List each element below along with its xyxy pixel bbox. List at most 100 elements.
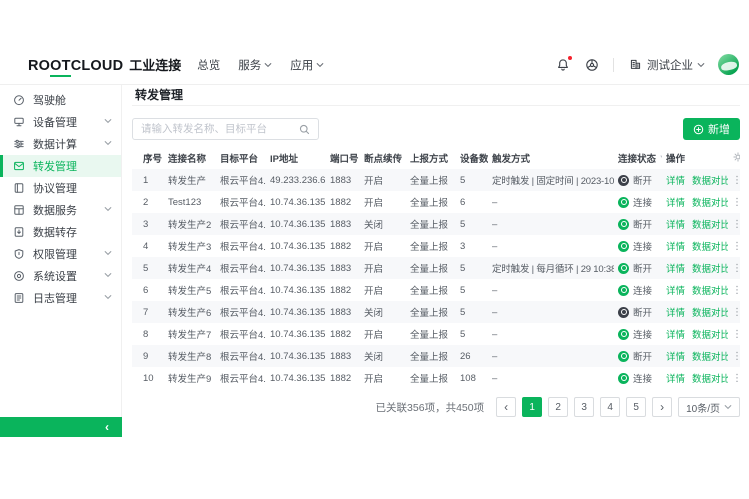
- detail-link[interactable]: 详情: [666, 330, 685, 341]
- sidebar-item-data-dump[interactable]: 数据转存: [0, 221, 121, 243]
- page-button-4[interactable]: 4: [600, 397, 620, 417]
- next-page-button[interactable]: ›: [652, 397, 672, 417]
- status-badge: 断开: [618, 217, 658, 231]
- column-header: 操作: [662, 147, 728, 169]
- search-box: [132, 118, 319, 140]
- column-header: 目标平台: [216, 147, 266, 169]
- dashboard-icon: [13, 94, 25, 106]
- table-body: 1 转发生产 根云平台4.0 49.233.236.65 1883 开启 全量上…: [132, 169, 740, 389]
- add-button[interactable]: 新增: [683, 118, 740, 140]
- compare-link[interactable]: 数据对比: [692, 264, 728, 275]
- more-actions-icon[interactable]: ⋮: [732, 197, 740, 208]
- more-actions-icon[interactable]: ⋮: [732, 241, 740, 252]
- pagination-summary: 已关联356项，共450项: [376, 400, 485, 415]
- more-actions-icon[interactable]: ⋮: [732, 285, 740, 296]
- page-button-3[interactable]: 3: [574, 397, 594, 417]
- status-dot-icon: [618, 263, 629, 274]
- more-actions-icon[interactable]: ⋮: [732, 307, 740, 318]
- search-icon[interactable]: [299, 124, 310, 135]
- more-actions-icon[interactable]: ⋮: [732, 263, 740, 274]
- forward-icon: [13, 160, 25, 172]
- detail-link[interactable]: 详情: [666, 352, 685, 363]
- filter-funnel-icon[interactable]: [405, 154, 406, 163]
- toolbar: 新增: [132, 118, 740, 140]
- table-header-row: 序号连接名称目标平台IP地址端口号断点续传上报方式设备数触发方式连接状态操作: [132, 147, 740, 169]
- detail-link[interactable]: 详情: [666, 264, 685, 275]
- top-bar-right: 测试企业: [555, 54, 739, 75]
- compare-link[interactable]: 数据对比: [692, 220, 728, 231]
- compare-link[interactable]: 数据对比: [692, 198, 728, 209]
- search-input[interactable]: [141, 123, 299, 135]
- filter-funnel-icon[interactable]: [659, 154, 662, 163]
- sidebar-item-log-mgmt[interactable]: 日志管理: [0, 287, 121, 309]
- detail-link[interactable]: 详情: [666, 220, 685, 231]
- nav-item-overview[interactable]: 总览: [197, 57, 220, 73]
- status-dot-icon: [618, 285, 629, 296]
- sidebar-item-permission-mgmt[interactable]: 权限管理: [0, 243, 121, 265]
- more-actions-icon[interactable]: ⋮: [732, 373, 740, 384]
- page-size-select[interactable]: 10条/页: [678, 397, 740, 417]
- page-button-1[interactable]: 1: [522, 397, 542, 417]
- table-row: 2 Test123 根云平台4.0 10.74.36.135 1882 开启 全…: [132, 191, 740, 213]
- screenshot-canvas: ROOTCLOUD 工业连接 总览 服务 应用 测试企业: [0, 0, 749, 499]
- tenant-switcher[interactable]: 测试企业: [627, 57, 705, 73]
- detail-link[interactable]: 详情: [666, 242, 685, 253]
- sidebar-item-data-service[interactable]: 数据服务: [0, 199, 121, 221]
- chevron-down-icon: [104, 116, 112, 128]
- more-actions-icon[interactable]: ⋮: [732, 329, 740, 340]
- chevron-down-icon: [104, 270, 112, 282]
- notification-badge: [568, 56, 572, 60]
- more-actions-icon[interactable]: ⋮: [732, 351, 740, 362]
- top-nav: 总览 服务 应用: [197, 57, 324, 73]
- column-header: 序号: [132, 147, 164, 169]
- sidebar-item-dashboard[interactable]: 驾驶舱: [0, 89, 121, 111]
- notification-bell-icon[interactable]: [555, 57, 571, 73]
- detail-link[interactable]: 详情: [666, 198, 685, 209]
- page-button-5[interactable]: 5: [626, 397, 646, 417]
- protocol-icon: [13, 182, 25, 194]
- rootcloud-logo[interactable]: ROOTCLOUD 工业连接: [28, 55, 181, 74]
- status-badge: 连接: [618, 327, 658, 341]
- sidebar-item-data-compute[interactable]: 数据计算: [0, 133, 121, 155]
- page-button-2[interactable]: 2: [548, 397, 568, 417]
- nav-item-services[interactable]: 服务: [238, 57, 272, 73]
- detail-link[interactable]: 详情: [666, 308, 685, 319]
- main-content: 转发管理 新增: [122, 85, 749, 437]
- compare-link[interactable]: 数据对比: [692, 308, 728, 319]
- sidebar-item-forward-mgmt[interactable]: 转发管理: [0, 155, 121, 177]
- table-row: 7 转发生产6 根云平台4.0 10.74.36.135 1883 关闭 全量上…: [132, 301, 740, 323]
- status-dot-icon: [618, 197, 629, 208]
- compare-link[interactable]: 数据对比: [692, 374, 728, 385]
- sidebar-menu: 驾驶舱 设备管理 数据计算 转发管理 协议管理 数据服务 数据转存 权限管理 系…: [0, 89, 121, 309]
- chevron-down-icon: [697, 61, 705, 69]
- column-settings-gear-icon[interactable]: [732, 151, 740, 163]
- user-avatar[interactable]: [718, 54, 739, 75]
- support-icon[interactable]: [584, 57, 600, 73]
- nav-item-apps[interactable]: 应用: [290, 57, 324, 73]
- sidebar-item-protocol-mgmt[interactable]: 协议管理: [0, 177, 121, 199]
- status-badge: 断开: [618, 349, 658, 363]
- detail-link[interactable]: 详情: [666, 374, 685, 385]
- status-badge: 断开: [618, 173, 658, 187]
- compare-link[interactable]: 数据对比: [692, 286, 728, 297]
- sidebar-collapse-button[interactable]: ‹: [0, 417, 122, 437]
- sidebar-item-system-settings[interactable]: 系统设置: [0, 265, 121, 287]
- sidebar-item-device-mgmt[interactable]: 设备管理: [0, 111, 121, 133]
- status-dot-icon: [618, 373, 629, 384]
- table-row: 3 转发生产2 根云平台4.0 10.74.36.135 1883 关闭 全量上…: [132, 213, 740, 235]
- top-bar: ROOTCLOUD 工业连接 总览 服务 应用 测试企业: [0, 45, 749, 85]
- prev-page-button[interactable]: ‹: [496, 397, 516, 417]
- detail-link[interactable]: 详情: [666, 176, 685, 187]
- more-actions-icon[interactable]: ⋮: [732, 175, 740, 186]
- compare-link[interactable]: 数据对比: [692, 176, 728, 187]
- column-header: 端口号: [326, 147, 360, 169]
- compare-link[interactable]: 数据对比: [692, 242, 728, 253]
- more-actions-icon[interactable]: ⋮: [732, 219, 740, 230]
- compare-link[interactable]: 数据对比: [692, 330, 728, 341]
- chevron-left-icon: ‹: [105, 421, 109, 433]
- status-dot-icon: [618, 329, 629, 340]
- compare-link[interactable]: 数据对比: [692, 352, 728, 363]
- tenant-name: 测试企业: [647, 57, 693, 73]
- detail-link[interactable]: 详情: [666, 286, 685, 297]
- column-header: 连接名称: [164, 147, 216, 169]
